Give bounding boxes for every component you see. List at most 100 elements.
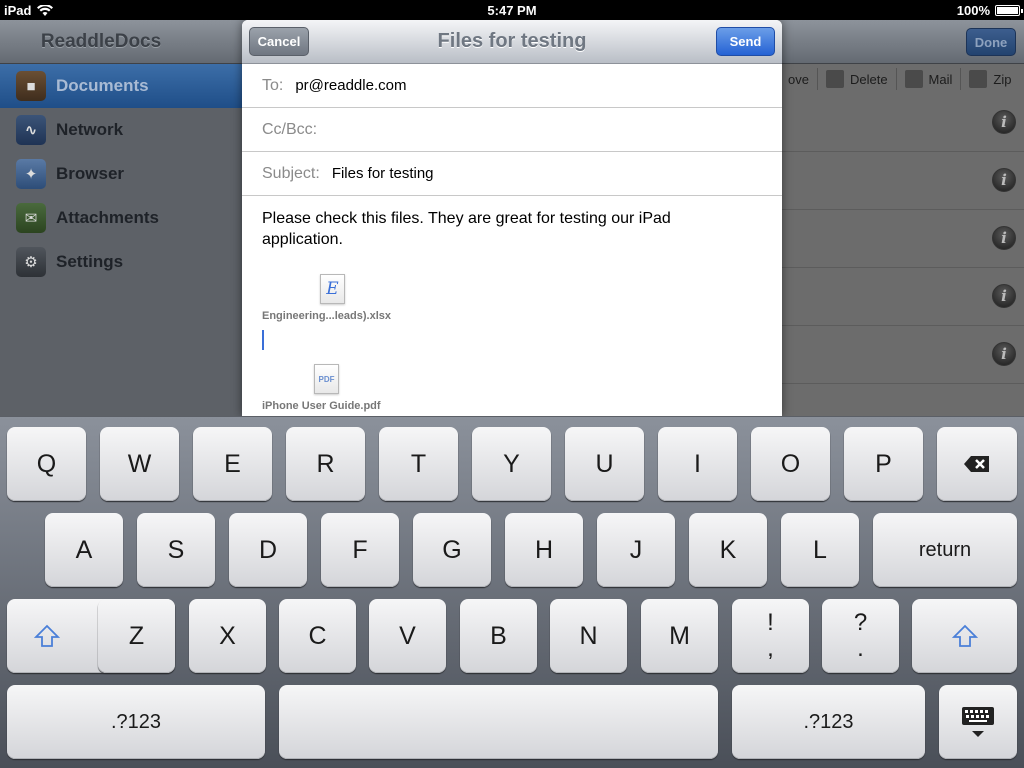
send-button[interactable]: Send	[716, 27, 775, 56]
status-bar: iPad 5:47 PM 100%	[0, 0, 1024, 20]
hide-keyboard-key[interactable]	[939, 685, 1017, 759]
backspace-key[interactable]	[937, 427, 1017, 501]
key-b[interactable]: B	[460, 599, 537, 673]
subject-value[interactable]: Files for testing	[332, 165, 434, 182]
envelope-icon: ✉	[16, 203, 46, 233]
mail-icon	[904, 70, 923, 88]
key-t[interactable]: T	[379, 427, 458, 501]
info-icon[interactable]: i	[992, 226, 1016, 250]
return-key[interactable]: return	[873, 513, 1017, 587]
mail-tool[interactable]: Mail	[895, 68, 961, 90]
key-m[interactable]: M	[641, 599, 718, 673]
pdf-glyph: PDF	[318, 374, 335, 384]
numbers-key-right[interactable]: .?123	[732, 685, 925, 759]
comma-glyph: ,	[767, 635, 774, 662]
key-j[interactable]: J	[597, 513, 675, 587]
attachment-pdf[interactable]: PDF iPhone User Guide.pdf	[262, 364, 762, 412]
sidebar-item-label: Browser	[56, 164, 125, 183]
attachment-xlsx[interactable]: E Engineering...leads).xlsx	[262, 274, 762, 322]
key-h[interactable]: H	[505, 513, 583, 587]
compose-title: Files for testing	[437, 30, 587, 52]
key-l[interactable]: L	[781, 513, 859, 587]
attachment-name: Engineering...leads).xlsx	[262, 310, 391, 322]
sidebar-item-label: Network	[56, 120, 124, 139]
key-n[interactable]: N	[550, 599, 627, 673]
sidebar-item-label: Attachments	[56, 208, 159, 227]
sidebar-item-attachments[interactable]: ✉ Attachments	[0, 196, 242, 240]
subject-field[interactable]: Subject: Files for testing	[242, 152, 782, 196]
message-body[interactable]: Please check this files. They are great …	[242, 196, 782, 412]
info-icon[interactable]: i	[992, 284, 1016, 308]
spreadsheet-glyph: E	[326, 279, 339, 299]
cc-bcc-field[interactable]: Cc/Bcc:	[242, 108, 782, 152]
to-field[interactable]: To: pr@readdle.com	[242, 64, 782, 108]
key-s[interactable]: S	[137, 513, 215, 587]
key-y[interactable]: Y	[472, 427, 551, 501]
key-v[interactable]: V	[369, 599, 446, 673]
key-exclamation-comma[interactable]: !,	[732, 599, 809, 673]
shift-right-key[interactable]	[912, 599, 1017, 673]
on-screen-keyboard: Q W E R T Y U I O P A S D F G H J K L re…	[0, 416, 1024, 768]
pdf-file-icon: PDF	[314, 364, 339, 394]
clock: 5:47 PM	[487, 3, 537, 18]
battery-percent: 100%	[956, 3, 990, 18]
zip-label: Zip	[993, 71, 1012, 87]
text-cursor	[262, 330, 264, 350]
sidebar: ReaddleDocs ■ Documents ∿ Network ✦ Brow…	[0, 20, 242, 416]
numbers-key-left[interactable]: .?123	[7, 685, 265, 759]
key-f[interactable]: F	[321, 513, 399, 587]
delete-tool[interactable]: Delete	[816, 68, 896, 90]
sidebar-item-label: Settings	[56, 252, 124, 271]
key-x[interactable]: X	[189, 599, 266, 673]
info-icon[interactable]: i	[992, 342, 1016, 366]
key-i[interactable]: I	[658, 427, 737, 501]
period-glyph: .	[857, 635, 864, 662]
to-value[interactable]: pr@readdle.com	[295, 77, 406, 94]
subject-label: Subject:	[262, 164, 320, 182]
delete-label: Delete	[849, 71, 888, 87]
key-z[interactable]: Z	[98, 599, 175, 673]
key-p[interactable]: P	[844, 427, 923, 501]
shift-icon	[34, 624, 60, 647]
cc-bcc-label: Cc/Bcc:	[262, 120, 318, 138]
key-o[interactable]: O	[751, 427, 830, 501]
sidebar-item-network[interactable]: ∿ Network	[0, 108, 242, 152]
key-u[interactable]: U	[565, 427, 644, 501]
key-r[interactable]: R	[286, 427, 365, 501]
keyboard-hide-icon	[962, 707, 994, 737]
battery-icon	[995, 5, 1023, 16]
key-a[interactable]: A	[45, 513, 123, 587]
zip-tool[interactable]: Zip	[960, 68, 1019, 90]
key-g[interactable]: G	[413, 513, 491, 587]
briefcase-icon: ■	[16, 71, 46, 101]
compass-icon: ✦	[16, 159, 46, 189]
excl-glyph: !	[767, 609, 774, 636]
to-label: To:	[262, 76, 284, 94]
move-tool[interactable]: ove	[780, 68, 817, 90]
gear-icon: ⚙	[16, 247, 46, 277]
backspace-icon	[964, 456, 989, 472]
mail-compose-sheet: Cancel Files for testing Send To: pr@rea…	[242, 20, 782, 416]
key-d[interactable]: D	[229, 513, 307, 587]
sidebar-header: ReaddleDocs	[0, 20, 242, 64]
sidebar-item-browser[interactable]: ✦ Browser	[0, 152, 242, 196]
info-icon[interactable]: i	[992, 168, 1016, 192]
key-k[interactable]: K	[689, 513, 767, 587]
sidebar-item-label: Documents	[56, 76, 149, 95]
sidebar-item-documents[interactable]: ■ Documents	[0, 64, 242, 108]
info-icon[interactable]: i	[992, 110, 1016, 134]
compose-nav-bar: Cancel Files for testing Send	[242, 20, 782, 64]
key-q[interactable]: Q	[7, 427, 86, 501]
question-glyph: ?	[853, 609, 868, 636]
message-body-text: Please check this files. They are great …	[262, 210, 671, 248]
key-question-period[interactable]: ?.	[822, 599, 899, 673]
key-c[interactable]: C	[279, 599, 356, 673]
sidebar-item-settings[interactable]: ⚙ Settings	[0, 240, 242, 284]
space-bar[interactable]	[279, 685, 718, 759]
file-toolbar: ove Delete Mail Zip	[780, 64, 1019, 94]
mail-label: Mail	[928, 71, 953, 87]
key-e[interactable]: E	[193, 427, 272, 501]
done-button[interactable]: Done	[966, 28, 1016, 56]
network-icon: ∿	[16, 115, 46, 145]
key-w[interactable]: W	[100, 427, 179, 501]
